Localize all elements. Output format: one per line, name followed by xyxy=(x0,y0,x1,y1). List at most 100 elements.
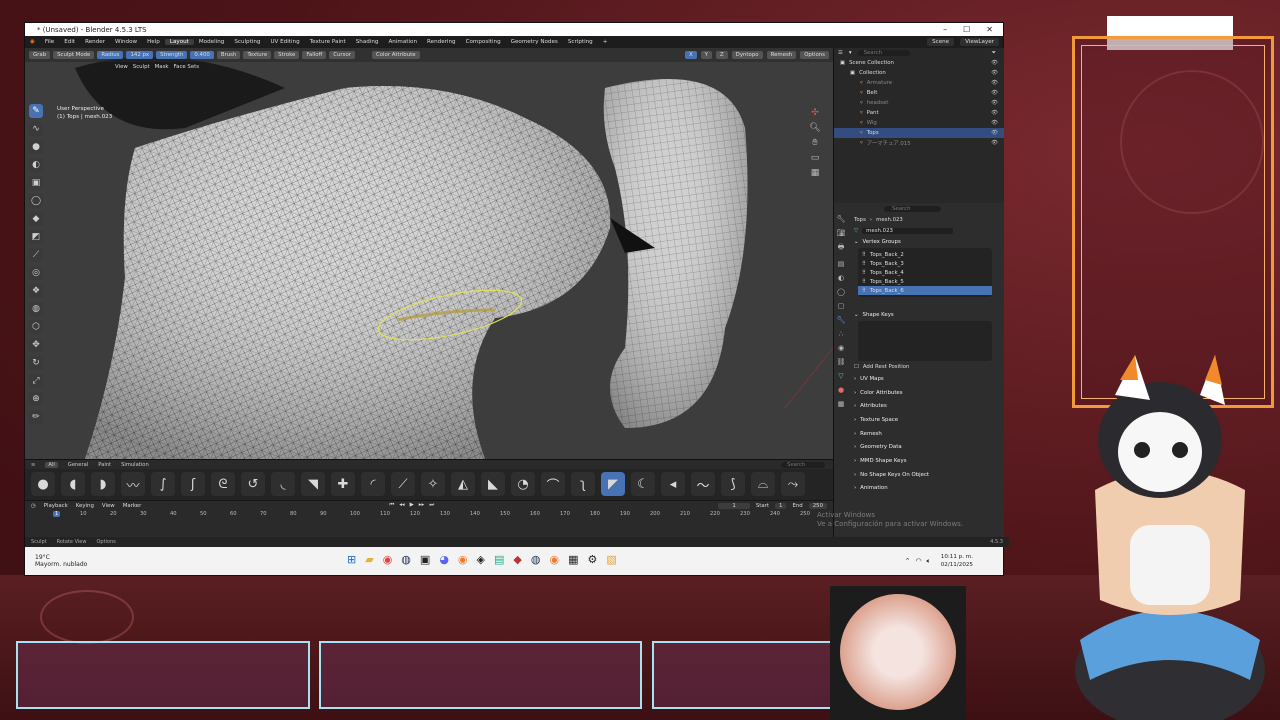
brush-mask-icon[interactable]: ◜ xyxy=(361,472,385,496)
menu-mask[interactable]: Mask xyxy=(155,64,169,70)
texture-menu[interactable]: Texture xyxy=(243,51,272,59)
visibility-eye-icon[interactable]: 👁︎ xyxy=(991,90,998,96)
brush-boundary-icon[interactable]: ⟆ xyxy=(721,472,745,496)
list-item[interactable]: ⠿ Tops_Back_6 xyxy=(858,286,992,295)
modifier-tab-icon[interactable]: 🔧︎ xyxy=(837,316,846,324)
camera-view-icon[interactable]: ▭ xyxy=(811,153,820,163)
maximize-icon[interactable]: ☐ xyxy=(963,25,970,34)
timeline-ruler[interactable]: 1 10 20 30 40 50 60 70 80 90 100 110 120 130 140 150 160… xyxy=(25,510,833,520)
menu-render[interactable]: Render xyxy=(80,39,110,45)
axis-gizmo-icon[interactable]: ✣ xyxy=(811,108,819,118)
minimize-icon[interactable]: – xyxy=(943,25,947,34)
play-icon[interactable]: ▶ xyxy=(410,502,414,509)
brush-scrape-icon[interactable]: ⌒ xyxy=(541,472,565,496)
brush-draw-sharp-icon[interactable]: ʃ xyxy=(181,472,205,496)
shelf-tab-paint[interactable]: Paint xyxy=(98,462,111,468)
list-item[interactable]: ⠿ Tops_Back_2 xyxy=(858,250,992,259)
color-filter-icon[interactable]: ◍ xyxy=(29,302,43,316)
particles-tab-icon[interactable]: ∴ xyxy=(839,330,843,338)
render-tab-icon[interactable]: 📷︎ xyxy=(837,229,846,237)
brush-nudge-icon[interactable]: ✧ xyxy=(421,472,445,496)
visibility-eye-icon[interactable]: 👁︎ xyxy=(991,60,998,66)
shelf-menu-icon[interactable]: ≡ xyxy=(31,462,35,468)
steam-icon[interactable]: ◍ xyxy=(401,553,411,566)
world-tab-icon[interactable]: ◯ xyxy=(837,288,845,296)
outliner-row[interactable]: ▿ headset 👁︎ xyxy=(834,98,1004,108)
app-icon[interactable]: ▦ xyxy=(568,553,578,566)
brush-thumb-icon[interactable]: ◂ xyxy=(661,472,685,496)
outliner-row[interactable]: ▿ Wig 👁︎ xyxy=(834,118,1004,128)
tool-selector[interactable]: Grab xyxy=(29,51,51,59)
wifi-icon[interactable]: ◠ xyxy=(915,557,921,566)
blender-logo-icon[interactable]: ◉ xyxy=(25,39,40,45)
start-frame-field[interactable]: 1 xyxy=(775,502,787,509)
visibility-eye-icon[interactable]: 👁︎ xyxy=(991,80,998,86)
brush-layer-icon[interactable]: ✚ xyxy=(331,472,355,496)
vertex-groups-panel[interactable]: ⌄ Vertex Groups xyxy=(850,236,1004,248)
brush-rotate-icon[interactable]: ◔ xyxy=(511,472,535,496)
view-layer-selector[interactable]: ViewLayer xyxy=(960,38,999,46)
chrome-icon[interactable]: ◉ xyxy=(383,553,393,566)
tab-sculpting[interactable]: Sculpting xyxy=(229,39,265,45)
menu-sculpt[interactable]: Sculpt xyxy=(133,64,150,70)
stroke-menu[interactable]: Stroke xyxy=(274,51,300,59)
paint-icon[interactable]: ● xyxy=(29,140,43,154)
add-rest-position-row[interactable]: ☐ Add Rest Position xyxy=(850,361,1004,372)
shelf-tab-simulation[interactable]: Simulation xyxy=(121,462,149,468)
tab-scripting[interactable]: Scripting xyxy=(563,39,598,45)
checkbox-icon[interactable]: ☐ xyxy=(854,364,859,370)
blender-icon[interactable]: ◉ xyxy=(549,553,559,566)
dyntopo-menu[interactable]: Dyntopo xyxy=(731,51,763,59)
tab-rendering[interactable]: Rendering xyxy=(422,39,461,45)
brush-crease-icon[interactable]: 〰 xyxy=(121,472,145,496)
face-set-icon[interactable]: ◆ xyxy=(29,212,43,226)
outliner-row[interactable]: ▣ Scene Collection 👁︎ xyxy=(834,58,1004,68)
collapsed-panel[interactable]: › Color Attributes xyxy=(850,386,1004,400)
menu-keying[interactable]: Keying xyxy=(76,503,94,509)
app-icon[interactable]: ◈ xyxy=(477,553,485,566)
menu-edit[interactable]: Edit xyxy=(59,39,80,45)
tab-shading[interactable]: Shading xyxy=(351,39,384,45)
list-item[interactable]: ⠿ Tops_Back_4 xyxy=(858,268,992,277)
pan-hand-icon[interactable]: ✋︎ xyxy=(812,138,817,148)
material-tab-icon[interactable]: ● xyxy=(838,386,844,394)
tool-tab-icon[interactable]: 🔧︎ xyxy=(837,215,846,223)
app-icon[interactable]: ▧ xyxy=(606,553,616,566)
collapsed-panel[interactable]: › MMD Shape Keys xyxy=(850,454,1004,468)
outliner-row[interactable]: ▿ アーマチュア.015 👁︎ xyxy=(834,138,1004,148)
brush-pinch-icon[interactable]: ◭ xyxy=(451,472,475,496)
visibility-eye-icon[interactable]: 👁︎ xyxy=(991,120,998,126)
outliner-row[interactable]: ▿ Pant 👁︎ xyxy=(834,108,1004,118)
brush-blob-icon[interactable]: ● xyxy=(31,472,55,496)
windows-start-icon[interactable]: ⊞ xyxy=(347,553,356,566)
mesh-filter-icon[interactable]: ◎ xyxy=(29,266,43,280)
scene-tab-icon[interactable]: ◐ xyxy=(838,274,844,282)
discord-icon[interactable]: ◕ xyxy=(439,553,449,566)
zoom-icon[interactable]: 🔍︎ xyxy=(809,123,820,133)
blender-icon[interactable]: ◉ xyxy=(458,553,468,566)
brush-pose-icon[interactable]: ◣ xyxy=(481,472,505,496)
steam-icon[interactable]: ◍ xyxy=(531,553,541,566)
lasso-icon[interactable]: ◯ xyxy=(29,194,43,208)
list-item[interactable]: ⠿ Tops_Back_5 xyxy=(858,277,992,286)
current-frame-field[interactable]: 1 xyxy=(718,502,750,509)
shape-key-list[interactable] xyxy=(858,321,992,361)
annotate-icon[interactable]: ✏ xyxy=(29,410,43,424)
brush-clay-icon[interactable]: ◖ xyxy=(61,472,85,496)
tab-geometry-nodes[interactable]: Geometry Nodes xyxy=(506,39,563,45)
visibility-eye-icon[interactable]: 👁︎ xyxy=(991,70,998,76)
brush-flatten-icon[interactable]: ◟ xyxy=(271,472,295,496)
radius-field[interactable]: 142 px xyxy=(126,51,154,59)
brush-clay-strips-icon[interactable]: ◗ xyxy=(91,472,115,496)
texture-tab-icon[interactable]: ▦ xyxy=(838,400,845,408)
mode-selector[interactable]: Sculpt Mode xyxy=(53,51,95,59)
collapsed-panel[interactable]: › Texture Space xyxy=(850,413,1004,427)
timeline-editor-icon[interactable]: ◷ xyxy=(31,503,36,509)
shelf-search-input[interactable]: Search xyxy=(781,461,825,468)
properties-search-input[interactable]: Search xyxy=(884,205,941,212)
app-icon[interactable]: ▤ xyxy=(494,553,504,566)
edit-face-set-icon[interactable]: ⬡ xyxy=(29,320,43,334)
next-key-icon[interactable]: ▸▸ xyxy=(419,502,424,509)
data-tab-icon[interactable]: ▽ xyxy=(838,372,843,380)
app-icon[interactable]: ▣ xyxy=(420,553,430,566)
